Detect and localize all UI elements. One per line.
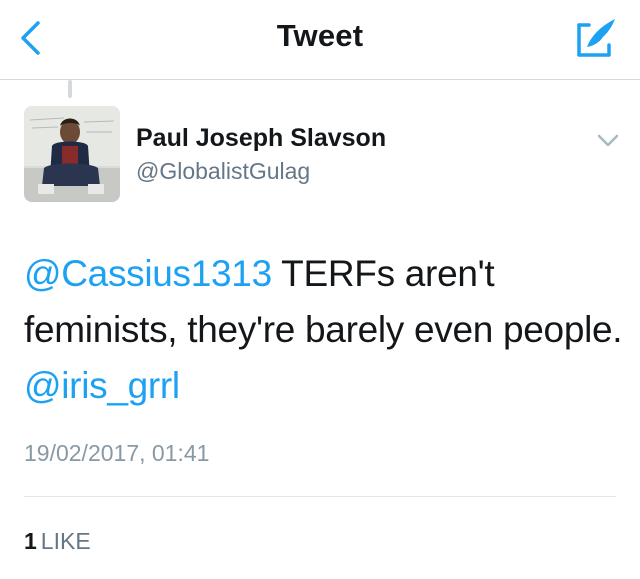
tweet-text: @Cassius1313 TERFs aren't feminists, the… [24,246,624,414]
thread-connector [68,80,72,98]
avatar[interactable] [24,106,120,202]
author-name[interactable]: Paul Joseph Slavson [136,124,386,153]
likes-label: LIKE [40,528,91,554]
chevron-down-icon [597,134,619,147]
page-title: Tweet [276,18,364,53]
compose-tweet-icon [577,19,615,57]
likes-count-button[interactable]: 1 LIKE [24,528,91,555]
compose-tweet-button[interactable] [574,14,620,60]
mention-link[interactable]: @iris_grrl [24,365,180,406]
divider [24,496,616,497]
tweet-timestamp: 19/02/2017, 01:41 [24,440,210,466]
mention-link[interactable]: @Cassius1313 [24,253,272,294]
likes-count: 1 [24,528,37,554]
author-handle[interactable]: @GlobalistGulag [136,158,310,185]
navigation-bar: Tweet [0,0,640,80]
tweet-menu-button[interactable] [592,128,624,154]
